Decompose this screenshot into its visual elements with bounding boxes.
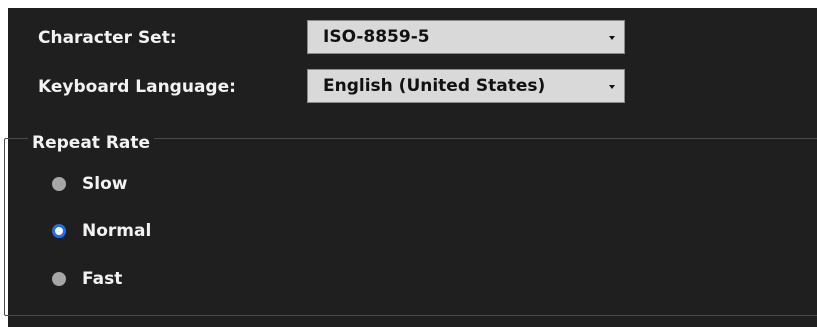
radio-button-unselected[interactable] [52,177,66,191]
keyboard-language-label: Keyboard Language: [38,77,236,97]
radio-button-selected[interactable] [52,224,66,238]
chevron-down-icon [609,85,615,89]
character-set-value: ISO-8859-5 [323,27,430,47]
character-set-label: Character Set: [38,28,177,48]
repeat-rate-title: Repeat Rate [28,133,155,153]
character-set-dropdown[interactable]: ISO-8859-5 [307,20,625,54]
radio-label: Fast [82,269,123,289]
keyboard-language-dropdown[interactable]: English (United States) [307,69,625,103]
keyboard-language-value: English (United States) [323,76,546,96]
radio-button-unselected[interactable] [52,272,66,286]
radio-label: Slow [82,174,128,194]
chevron-down-icon [609,36,615,40]
radio-label: Normal [82,221,152,241]
